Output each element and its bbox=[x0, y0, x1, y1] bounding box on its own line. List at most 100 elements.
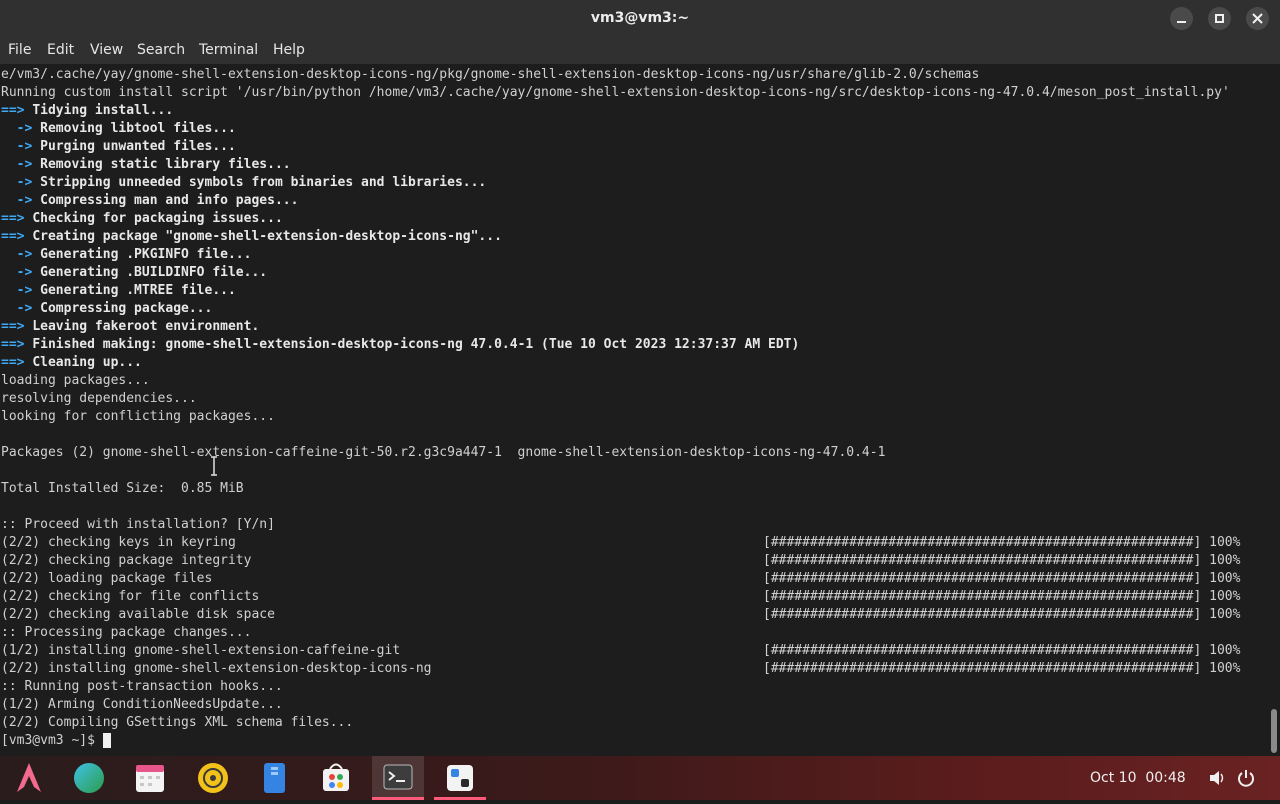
terminal-line: (1/2) Arming ConditionNeedsUpdate... bbox=[1, 696, 1230, 714]
calendar-button[interactable] bbox=[124, 756, 176, 800]
step-arrow: -> bbox=[1, 247, 41, 262]
progress-bar-text: [#######################################… bbox=[763, 607, 1241, 622]
terminal-line: ==> Creating package "gnome-shell-extens… bbox=[1, 228, 1230, 246]
line-text: Tidying install... bbox=[32, 103, 174, 118]
window-titlebar[interactable]: vm3@vm3:~ bbox=[0, 0, 1280, 37]
shell-prompt: [vm3@vm3 ~]$ bbox=[1, 733, 103, 748]
app-launcher-button[interactable] bbox=[3, 756, 55, 800]
menu-file[interactable]: File bbox=[8, 37, 31, 64]
terminal-line: :: Processing package changes... bbox=[1, 624, 1230, 642]
terminal-line: -> Generating .MTREE file... bbox=[1, 282, 1230, 300]
line-text: (2/2) checking package integrity bbox=[1, 553, 252, 568]
terminal-line: resolving dependencies... bbox=[1, 390, 1230, 408]
line-text: (2/2) checking available disk space bbox=[1, 607, 275, 622]
minimize-button[interactable] bbox=[1170, 7, 1193, 30]
clock[interactable]: Oct 10 00:48 bbox=[1090, 756, 1186, 800]
music-button[interactable] bbox=[186, 756, 238, 800]
software-store-icon bbox=[323, 763, 349, 791]
terminal-line: Running custom install script '/usr/bin/… bbox=[1, 84, 1230, 102]
line-text: (1/2) Arming ConditionNeedsUpdate... bbox=[1, 697, 283, 712]
line-text: Removing static library files... bbox=[40, 157, 291, 172]
terminal-line: looking for conflicting packages... bbox=[1, 408, 1230, 426]
close-button[interactable] bbox=[1246, 7, 1269, 30]
terminal-line: ==> Cleaning up... bbox=[1, 354, 1230, 372]
progress-bar-text: [#######################################… bbox=[763, 553, 1241, 568]
line-text: Compressing package... bbox=[40, 301, 213, 316]
step-arrow: -> bbox=[1, 301, 41, 316]
step-arrow: -> bbox=[1, 157, 41, 172]
terminal-line: (2/2) checking available disk space [####… bbox=[1, 606, 1240, 624]
terminal-line: ==> Checking for packaging issues... bbox=[1, 210, 1230, 228]
menu-terminal[interactable]: Terminal bbox=[199, 37, 258, 64]
line-text: Stripping unneeded symbols from binaries… bbox=[40, 175, 487, 190]
step-arrow: -> bbox=[1, 193, 41, 208]
line-text: (2/2) Compiling GSettings XML schema fil… bbox=[1, 715, 354, 730]
progress-bar-text: [#######################################… bbox=[763, 571, 1241, 586]
terminal-line: -> Stripping unneeded symbols from binar… bbox=[1, 174, 1230, 192]
line-text: Generating .BUILDINFO file... bbox=[40, 265, 268, 280]
menu-edit[interactable]: Edit bbox=[47, 37, 74, 64]
line-text: e/vm3/.cache/yay/gnome-shell-extension-d… bbox=[1, 67, 980, 82]
line-text: Packages (2) gnome-shell-extension-caffe… bbox=[1, 445, 886, 460]
section-arrow: ==> bbox=[1, 211, 33, 226]
line-text: :: Running post-transaction hooks... bbox=[1, 679, 283, 694]
line-text: Leaving fakeroot environment. bbox=[32, 319, 260, 334]
menu-view[interactable]: View bbox=[90, 37, 123, 64]
scrollbar-thumb[interactable] bbox=[1271, 709, 1277, 753]
minimize-icon bbox=[1177, 21, 1186, 23]
files-button[interactable] bbox=[248, 756, 300, 800]
line-text: Checking for packaging issues... bbox=[32, 211, 283, 226]
close-icon bbox=[1252, 13, 1263, 24]
section-arrow: ==> bbox=[1, 355, 33, 370]
archlinux-logo-icon bbox=[17, 763, 41, 792]
line-text: Cleaning up... bbox=[32, 355, 142, 370]
terminal-icon bbox=[383, 764, 413, 790]
music-disc-icon bbox=[198, 763, 228, 793]
file-manager-icon bbox=[264, 763, 285, 793]
maximize-button[interactable] bbox=[1208, 7, 1231, 30]
terminal-taskbar-button[interactable] bbox=[372, 756, 424, 800]
terminal-line: -> Compressing man and info pages... bbox=[1, 192, 1230, 210]
progress-bar-text: [#######################################… bbox=[763, 589, 1241, 604]
terminal-line: (2/2) Compiling GSettings XML schema fil… bbox=[1, 714, 1230, 732]
terminal-line: -> Generating .BUILDINFO file... bbox=[1, 264, 1230, 282]
step-arrow: -> bbox=[1, 121, 41, 136]
menu-search[interactable]: Search bbox=[137, 37, 185, 64]
line-text: Compressing man and info pages... bbox=[40, 193, 299, 208]
progress-bar-text: [#######################################… bbox=[763, 535, 1241, 550]
terminal-line: ==> Leaving fakeroot environment. bbox=[1, 318, 1230, 336]
terminal-line: (1/2) installing gnome-shell-extension-c… bbox=[1, 642, 1240, 660]
line-text: :: Processing package changes... bbox=[1, 625, 252, 640]
line-text: (1/2) installing gnome-shell-extension-c… bbox=[1, 643, 401, 658]
section-arrow: ==> bbox=[1, 337, 33, 352]
menu-help[interactable]: Help bbox=[273, 37, 305, 64]
terminal-line: e/vm3/.cache/yay/gnome-shell-extension-d… bbox=[1, 66, 1230, 84]
software-button[interactable] bbox=[310, 756, 362, 800]
volume-icon[interactable] bbox=[1207, 768, 1227, 788]
section-arrow: ==> bbox=[1, 103, 33, 118]
line-text: Creating package "gnome-shell-extension-… bbox=[32, 229, 502, 244]
section-arrow: ==> bbox=[1, 229, 33, 244]
step-arrow: -> bbox=[1, 283, 41, 298]
line-text: :: Proceed with installation? [Y/n] bbox=[1, 517, 275, 532]
step-arrow: -> bbox=[1, 265, 41, 280]
line-text: loading packages... bbox=[1, 373, 150, 388]
line-text: Purging unwanted files... bbox=[40, 139, 236, 154]
terminal-line: Packages (2) gnome-shell-extension-caffe… bbox=[1, 444, 1230, 462]
terminal-line: Total Installed Size: 0.85 MiB bbox=[1, 480, 1230, 498]
line-text: Total Installed Size: 0.85 MiB bbox=[1, 481, 244, 496]
terminal-scrollbar[interactable] bbox=[1268, 65, 1280, 756]
line-text: Generating .MTREE file... bbox=[40, 283, 236, 298]
terminal-line: (2/2) checking package integrity [#######… bbox=[1, 552, 1240, 570]
line-text: Finished making: gnome-shell-extension-d… bbox=[32, 337, 800, 352]
progress-bar-text: [#######################################… bbox=[763, 643, 1241, 658]
browser-button[interactable] bbox=[63, 756, 115, 800]
terminal-line: (2/2) checking for file conflicts [######… bbox=[1, 588, 1240, 606]
power-icon[interactable] bbox=[1236, 768, 1256, 788]
step-arrow: -> bbox=[1, 175, 41, 190]
extensions-button[interactable] bbox=[434, 756, 486, 800]
text-cursor-icon bbox=[211, 456, 217, 476]
terminal-line: -> Generating .PKGINFO file... bbox=[1, 246, 1230, 264]
terminal-output[interactable]: e/vm3/.cache/yay/gnome-shell-extension-d… bbox=[0, 65, 1268, 756]
